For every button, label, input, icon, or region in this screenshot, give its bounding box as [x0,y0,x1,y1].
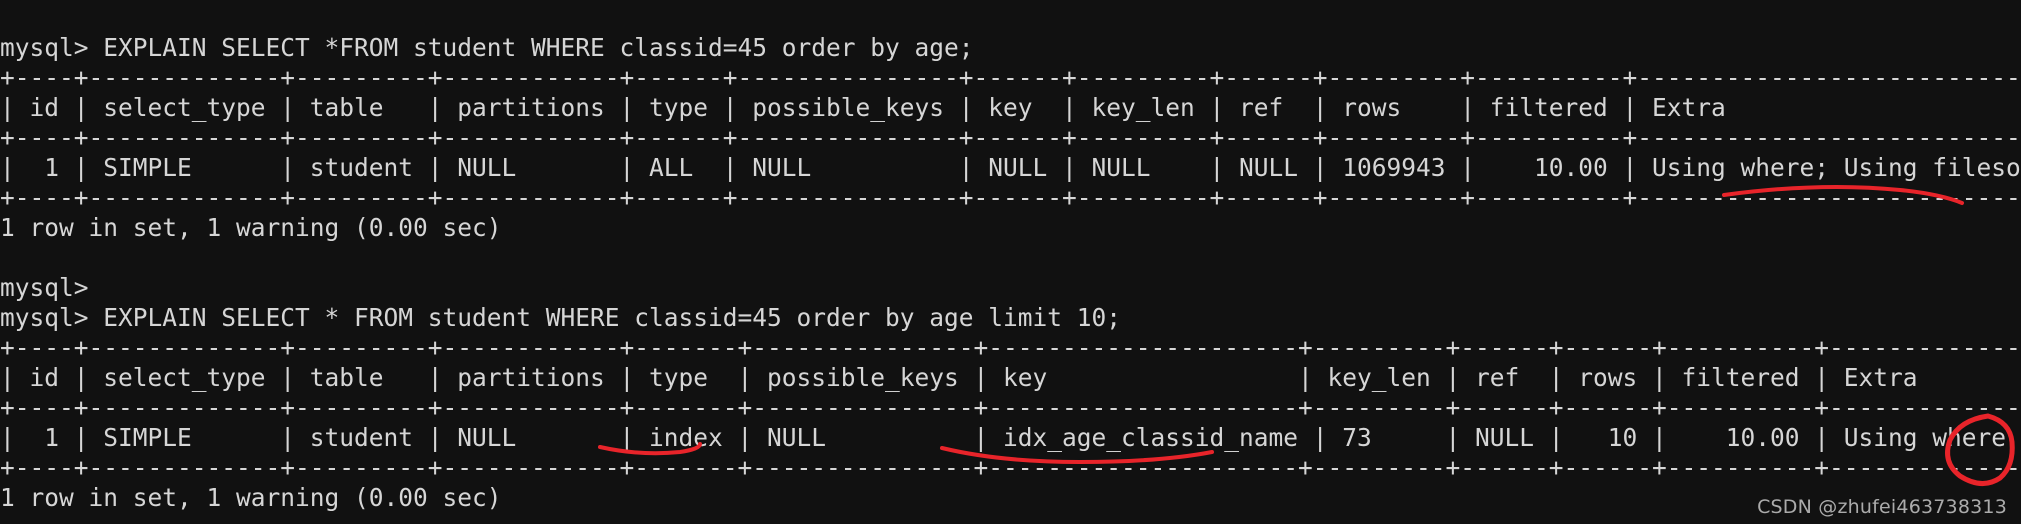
terminal-line: | 1 | SIMPLE | student | NULL | index | … [0,422,2021,452]
terminal-line: | id | select_type | table | partitions … [0,362,2021,392]
terminal-line: | id | select_type | table | partitions … [0,92,2021,122]
terminal-line: | 1 | SIMPLE | student | NULL | ALL | NU… [0,152,2021,182]
terminal-output[interactable]: mysql> EXPLAIN SELECT *FROM student WHER… [0,33,2021,513]
terminal-line: 1 row in set, 1 warning (0.00 sec) [0,212,502,242]
terminal-line: +----+-------------+---------+----------… [0,392,2021,422]
terminal-line: +----+-------------+---------+----------… [0,182,2021,212]
watermark: CSDN @zhufei463738313 [1757,496,2007,518]
terminal-line: mysql> [0,272,89,302]
terminal-line: mysql> EXPLAIN SELECT *FROM student WHER… [0,32,974,62]
terminal-line: 1 row in set, 1 warning (0.00 sec) [0,482,502,512]
terminal-line: +----+-------------+---------+----------… [0,332,2021,362]
terminal-line: +----+-------------+---------+----------… [0,62,2021,92]
terminal-screen: mysql> EXPLAIN SELECT *FROM student WHER… [0,0,2021,524]
terminal-line: +----+-------------+---------+----------… [0,452,2021,482]
terminal-line: +----+-------------+---------+----------… [0,122,2021,152]
terminal-line: mysql> EXPLAIN SELECT * FROM student WHE… [0,302,1122,332]
